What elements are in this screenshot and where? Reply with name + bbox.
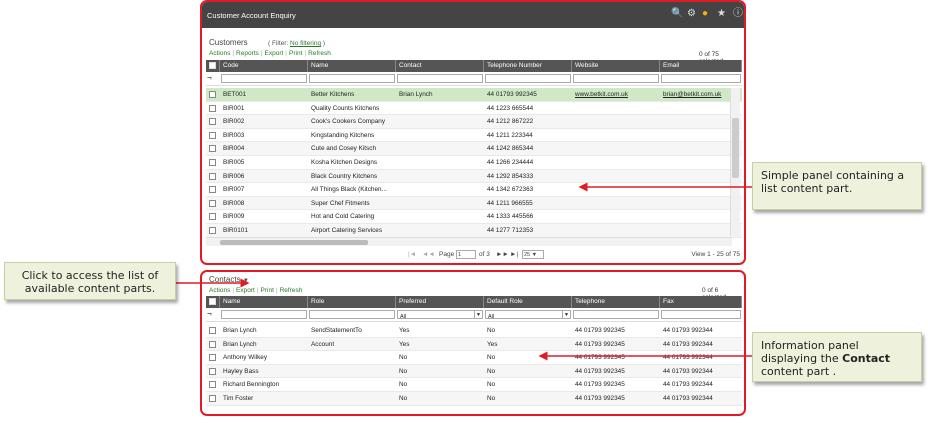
callout-info-suffix: content part . [761,365,837,378]
callout-simple-panel: Simple panel containing a list content p… [752,162,922,210]
callout-info-panel: Information panel displaying the Contact… [752,332,922,382]
callout-content-parts: Click to access the list of available co… [4,262,176,300]
callout-info-bold: Contact [842,352,891,365]
